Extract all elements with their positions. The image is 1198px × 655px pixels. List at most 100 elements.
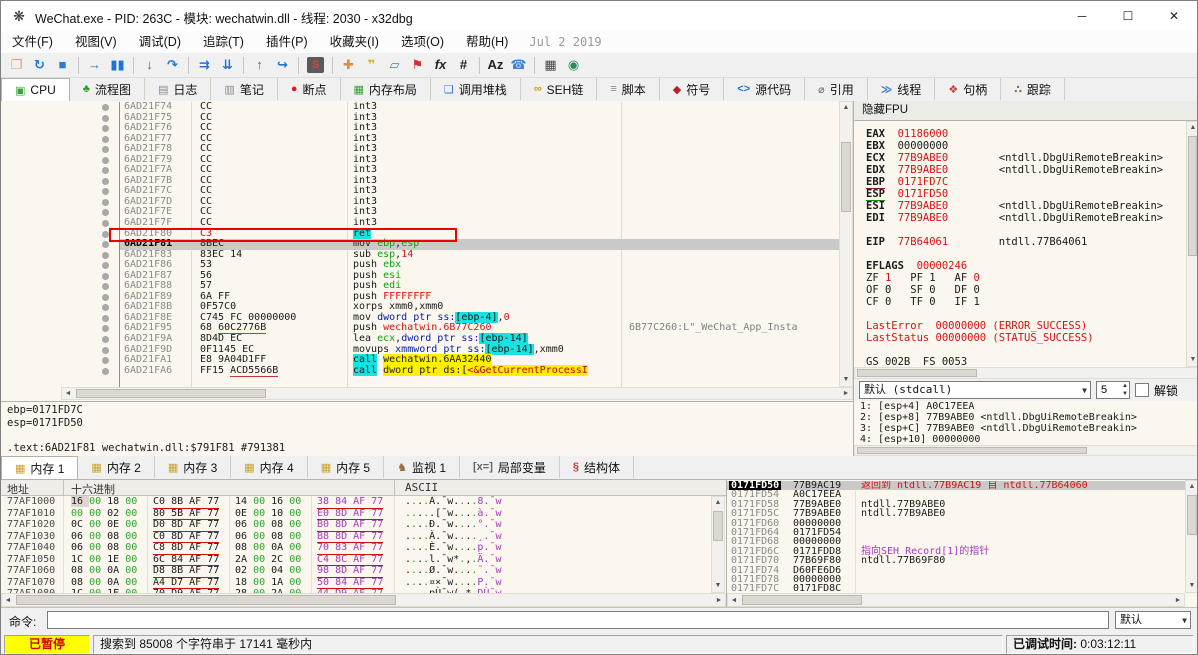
- breakpoint-dot-icon[interactable]: [102, 188, 109, 195]
- dump-row[interactable]: 77AF10501C 00 1E 006C 84 AF 772A 00 2C 0…: [1, 554, 711, 566]
- breakpoint-dot-icon[interactable]: [102, 325, 109, 332]
- breakpoint-dot-icon[interactable]: [102, 125, 109, 132]
- pause-icon[interactable]: ▮▮: [106, 54, 129, 76]
- breakpoint-dot-icon[interactable]: [102, 136, 109, 143]
- calling-convention-dropdown[interactable]: 默认 (stdcall) ▼: [859, 381, 1091, 399]
- register-line[interactable]: ESI 77B9ABE0 <ntdll.DbgUiRemoteBreakin>: [854, 200, 1198, 212]
- breakpoint-dot-icon[interactable]: [102, 220, 109, 227]
- breakpoint-dot-icon[interactable]: [102, 157, 109, 164]
- dump-row[interactable]: 77AF103006 00 08 00C0 8D AF 7706 00 08 0…: [1, 531, 711, 543]
- register-line[interactable]: LastStatus 00000000 (STATUS_SUCCESS): [854, 332, 1198, 344]
- tab-handles[interactable]: ❖句柄: [935, 78, 1001, 100]
- stack-row[interactable]: 0171FD7C0171FD8C: [727, 584, 1185, 593]
- tab-call-stack[interactable]: ❏调用堆栈: [431, 78, 521, 100]
- argument-count-stepper[interactable]: 5 ▲▼: [1096, 381, 1130, 399]
- bookmarks-icon[interactable]: ⚑: [406, 54, 429, 76]
- command-mode-dropdown[interactable]: 默认 ▼: [1115, 611, 1191, 629]
- breakpoint-dot-icon[interactable]: [102, 336, 109, 343]
- breakpoint-dot-icon[interactable]: [102, 368, 109, 375]
- minimize-button[interactable]: ─: [1059, 1, 1105, 31]
- dump-row[interactable]: 77AF100016 00 18 00C0 8B AF 7714 00 16 0…: [1, 496, 711, 508]
- disasm-row[interactable]: 6AD21FA6FF15 ACD5566Bcall dword ptr ds:[…: [1, 366, 839, 377]
- maximize-button[interactable]: ☐: [1105, 1, 1151, 31]
- breakpoint-dot-icon[interactable]: [102, 104, 109, 111]
- args-hscrollbar[interactable]: [854, 445, 1198, 456]
- disasm-row[interactable]: 6AD21F74CCint3: [1, 102, 839, 113]
- scroll-down-arrow-icon[interactable]: ▼: [840, 374, 852, 386]
- disasm-vscroll-thumb[interactable]: [841, 142, 851, 212]
- register-line[interactable]: EDI 77B9ABE0 <ntdll.DbgUiRemoteBreakin>: [854, 212, 1198, 224]
- register-line[interactable]: ZF 1 PF 1 AF 0: [854, 272, 1198, 284]
- stack-hscrollbar[interactable]: ◄ ►: [727, 593, 1185, 607]
- menu-item-追[interactable]: 追踪(T): [192, 31, 255, 53]
- register-line[interactable]: [854, 224, 1198, 236]
- argument-line[interactable]: 1: [esp+4] A0C17EEA: [854, 401, 1198, 412]
- dump-hscroll-thumb[interactable]: [16, 595, 396, 605]
- breakpoint-dot-icon[interactable]: [102, 241, 109, 248]
- menu-item-帮[interactable]: 帮助(H): [455, 31, 519, 53]
- register-line[interactable]: EIP 77B64061 ntdll.77B64061: [854, 236, 1198, 248]
- tab-cpu[interactable]: ▣CPU: [1, 78, 70, 102]
- disasm-hscroll-thumb[interactable]: [76, 389, 266, 398]
- scroll-right-arrow-icon[interactable]: ►: [713, 595, 725, 607]
- scroll-up-arrow-icon[interactable]: ▲: [840, 102, 852, 114]
- disasm-vscrollbar[interactable]: ▲ ▼: [839, 101, 853, 387]
- tab-source[interactable]: <>源代码: [724, 78, 805, 100]
- tab-struct[interactable]: §结构体: [560, 456, 634, 478]
- tab-breakpoints[interactable]: ●断点: [278, 78, 341, 100]
- breakpoint-dot-icon[interactable]: [102, 357, 109, 364]
- breakpoint-dot-icon[interactable]: [102, 146, 109, 153]
- register-line[interactable]: EAX 01186000: [854, 128, 1198, 140]
- tab-dump-4[interactable]: ▦内存 4: [231, 456, 307, 478]
- tab-watch-1[interactable]: ♞监视 1: [384, 456, 460, 478]
- registers-hscroll-thumb[interactable]: [857, 369, 977, 377]
- breakpoint-dot-icon[interactable]: [102, 283, 109, 290]
- argument-line[interactable]: 4: [esp+10] 00000000: [854, 434, 1198, 445]
- scroll-down-arrow-icon[interactable]: ▼: [712, 580, 724, 592]
- tab-dump-1[interactable]: ▦内存 1: [1, 456, 78, 480]
- dump-row[interactable]: 77AF106008 00 0A 00D8 8B AF 7702 00 04 0…: [1, 565, 711, 577]
- unlock-checkbox[interactable]: [1135, 383, 1149, 397]
- breakpoint-dot-icon[interactable]: [102, 178, 109, 185]
- register-line[interactable]: OF 0 SF 0 DF 0: [854, 284, 1198, 296]
- case-icon[interactable]: Az: [484, 54, 507, 76]
- args-hscroll-thumb[interactable]: [857, 447, 1087, 454]
- internet-icon[interactable]: ◉: [562, 54, 585, 76]
- open-file-icon[interactable]: ❐: [5, 54, 28, 76]
- tab-script[interactable]: ≡脚本: [597, 78, 659, 100]
- functions-icon[interactable]: fx: [429, 54, 452, 76]
- tab-seh[interactable]: ∞SEH链: [521, 78, 598, 100]
- register-line[interactable]: ESP 0171FD50: [854, 188, 1198, 200]
- dump-vscroll-thumb[interactable]: [713, 511, 723, 541]
- tab-log[interactable]: ▤日志: [145, 78, 211, 100]
- tab-graph[interactable]: ♣流程图: [70, 78, 145, 100]
- menu-item-收[interactable]: 收藏夹(I): [319, 31, 390, 53]
- modules-icon[interactable]: ☎: [507, 54, 530, 76]
- scroll-up-arrow-icon[interactable]: ▲: [712, 497, 724, 509]
- step-into-icon[interactable]: ↓: [138, 54, 161, 76]
- run-to-user-code-icon[interactable]: ↪: [271, 54, 294, 76]
- tab-threads[interactable]: ≫线程: [868, 78, 936, 100]
- register-line[interactable]: EBX 00000000: [854, 140, 1198, 152]
- labels-icon[interactable]: ▱: [383, 54, 406, 76]
- registers-vscrollbar[interactable]: ▲ ▼: [1186, 121, 1198, 367]
- breakpoint-dot-icon[interactable]: [102, 304, 109, 311]
- breakpoint-dot-icon[interactable]: [102, 347, 109, 354]
- scroll-down-arrow-icon[interactable]: ▼: [1186, 580, 1198, 592]
- argument-line[interactable]: 2: [esp+8] 77B9ABE0 <ntdll.DbgUiRemoteBr…: [854, 412, 1198, 423]
- registers-hscrollbar[interactable]: [854, 367, 1198, 379]
- comments-icon[interactable]: ❞: [360, 54, 383, 76]
- menu-item-文[interactable]: 文件(F): [1, 31, 64, 53]
- register-line[interactable]: EFLAGS 00000246: [854, 260, 1198, 272]
- register-line[interactable]: [854, 248, 1198, 260]
- register-line[interactable]: EDX 77B9ABE0 <ntdll.DbgUiRemoteBreakin>: [854, 164, 1198, 176]
- breakpoint-dot-icon[interactable]: [102, 273, 109, 280]
- menu-item-视[interactable]: 视图(V): [64, 31, 128, 53]
- tab-dump-5[interactable]: ▦内存 5: [308, 456, 384, 478]
- register-line[interactable]: LastError 00000000 (ERROR_SUCCESS): [854, 320, 1198, 332]
- tab-references[interactable]: ⌀引用: [805, 78, 868, 100]
- scroll-right-arrow-icon[interactable]: ►: [840, 388, 852, 400]
- scroll-right-arrow-icon[interactable]: ►: [1172, 595, 1184, 607]
- calculator-icon[interactable]: ▦: [539, 54, 562, 76]
- tab-symbols[interactable]: ◆符号: [660, 78, 724, 100]
